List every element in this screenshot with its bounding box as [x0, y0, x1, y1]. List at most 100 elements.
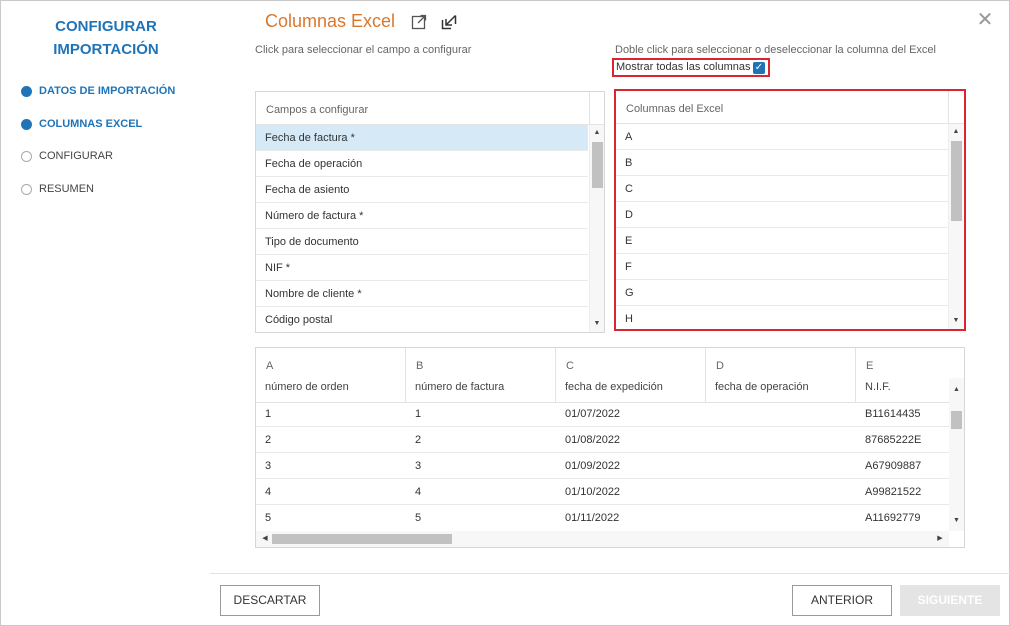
table-row: 1 1 01/07/2022 B11614435 — [256, 401, 949, 427]
scroll-thumb[interactable] — [951, 411, 962, 429]
scroll-down-icon[interactable]: ▼ — [590, 318, 604, 330]
preview-column-header: C fecha de expedición — [556, 348, 706, 402]
column-name: número de factura — [415, 381, 505, 393]
close-icon[interactable]: ✕ — [975, 10, 995, 30]
table-row: 4 4 01/10/2022 A99821522 — [256, 479, 949, 505]
scroll-up-icon[interactable]: ▲ — [949, 384, 964, 396]
table-cell: 4 — [415, 486, 422, 498]
table-cell: 87685222E — [865, 434, 922, 446]
table-cell — [706, 479, 715, 505]
column-letter: D — [716, 360, 724, 372]
column-letter: E — [866, 360, 874, 372]
table-cell — [706, 427, 715, 453]
column-name: fecha de expedición — [565, 381, 663, 393]
checkbox-checked-icon[interactable]: ✓ — [753, 62, 765, 74]
table-cell: 01/09/2022 — [565, 460, 621, 472]
table-cell: 2 — [415, 434, 422, 446]
preview-column-header: D fecha de operación — [706, 348, 856, 402]
fields-list-header: Campos a configurar — [256, 92, 604, 125]
table-cell: A99821522 — [865, 486, 922, 498]
field-item[interactable]: Número de factura * — [256, 203, 588, 229]
excel-preview-table: A número de orden B número de factura C … — [255, 347, 965, 548]
scroll-left-icon[interactable]: ◀ — [258, 531, 272, 547]
open-external-icon[interactable] — [411, 14, 427, 30]
step-pending-dot-icon — [21, 150, 32, 162]
page-title: Columnas Excel — [265, 11, 396, 31]
table-cell: A11692779 — [865, 512, 921, 524]
table-cell: 01/11/2022 — [565, 512, 620, 524]
table-row: 5 5 01/11/2022 A11692779 — [256, 505, 949, 531]
table-cell: 3 — [415, 460, 422, 472]
table-cell: 5 — [415, 512, 422, 524]
import-dialog: CONFIGURAR IMPORTACIÓN DATOS DE IMPORTAC… — [0, 0, 1010, 626]
step-done-dot-icon — [21, 85, 32, 97]
field-item[interactable]: Nombre de cliente * — [256, 281, 588, 307]
step-columnas-excel: COLUMNAS EXCEL — [21, 116, 142, 132]
step-pending-dot-icon — [21, 183, 32, 195]
preview-column-header: E N.I.F. — [856, 348, 949, 402]
field-item[interactable]: Fecha de asiento — [256, 177, 588, 203]
previous-button[interactable]: ANTERIOR — [792, 585, 892, 616]
field-item[interactable]: NIF * — [256, 255, 588, 281]
preview-column-header: B número de factura — [406, 348, 556, 402]
preview-horizontal-scrollbar[interactable]: ◀ ▶ — [256, 531, 949, 547]
table-cell: 5 — [265, 512, 272, 524]
wizard-title-line1: CONFIGURAR — [55, 18, 157, 35]
scroll-thumb[interactable] — [272, 534, 452, 544]
table-cell: B11614435 — [865, 408, 921, 420]
columns-hint: Doble click para seleccionar o deselecci… — [615, 44, 936, 56]
step-label: RESUMEN — [39, 183, 95, 195]
header-divider — [589, 92, 590, 125]
show-all-columns-checkbox[interactable]: Mostrar todas las columnas ✓ — [612, 58, 770, 77]
field-item[interactable]: Tipo de documento — [256, 229, 588, 255]
scroll-right-icon[interactable]: ▶ — [933, 531, 947, 547]
table-row: 2 2 01/08/2022 87685222E — [256, 427, 949, 453]
table-cell — [706, 453, 715, 479]
wizard-sidebar: CONFIGURAR IMPORTACIÓN DATOS DE IMPORTAC… — [1, 1, 211, 626]
column-letter: A — [266, 360, 274, 372]
table-cell — [706, 401, 715, 427]
step-resumen: RESUMEN — [21, 181, 94, 197]
preview-vertical-scrollbar[interactable]: ▲ ▼ — [949, 378, 964, 531]
scroll-thumb[interactable] — [592, 142, 603, 188]
table-cell: 1 — [415, 408, 422, 420]
field-item[interactable]: Fecha de factura * — [256, 125, 588, 151]
next-button[interactable]: SIGUIENTE — [900, 585, 1000, 616]
column-name: fecha de operación — [715, 381, 809, 393]
step-label: COLUMNAS EXCEL — [39, 118, 143, 130]
import-arrow-icon[interactable] — [441, 14, 457, 30]
scroll-up-icon[interactable]: ▲ — [590, 127, 604, 139]
table-cell: 01/08/2022 — [565, 434, 621, 446]
table-cell — [706, 505, 715, 531]
discard-button[interactable]: DESCARTAR — [220, 585, 320, 616]
table-row: 3 3 01/09/2022 A67909887 — [256, 453, 949, 479]
field-item[interactable]: Código postal — [256, 307, 588, 333]
show-all-columns-label: Mostrar todas las columnas — [616, 61, 751, 73]
column-name: número de orden — [265, 381, 349, 393]
field-item[interactable]: Fecha de operación — [256, 151, 588, 177]
table-cell: 3 — [265, 460, 272, 472]
fields-list: Campos a configurar Fecha de factura * F… — [255, 91, 605, 333]
table-cell: 2 — [265, 434, 272, 446]
step-configurar: CONFIGURAR — [21, 148, 113, 164]
fields-hint: Click para seleccionar el campo a config… — [255, 44, 472, 56]
table-cell: 01/10/2022 — [565, 486, 621, 498]
table-cell: 1 — [265, 408, 272, 420]
wizard-title-line2: IMPORTACIÓN — [53, 41, 159, 58]
column-name: N.I.F. — [865, 381, 891, 393]
preview-column-header: A número de orden — [256, 348, 406, 402]
table-cell: 4 — [265, 486, 272, 498]
column-letter: B — [416, 360, 424, 372]
wizard-title: CONFIGURAR IMPORTACIÓN — [1, 15, 211, 61]
scroll-down-icon[interactable]: ▼ — [949, 515, 964, 527]
step-label: DATOS DE IMPORTACIÓN — [39, 85, 176, 97]
step-label: CONFIGURAR — [39, 150, 113, 162]
excel-columns-highlight — [614, 89, 966, 331]
fields-scrollbar[interactable]: ▲ ▼ — [589, 125, 604, 332]
step-datos-importacion: DATOS DE IMPORTACIÓN — [21, 83, 175, 99]
step-done-dot-icon — [21, 118, 32, 130]
table-cell: 01/07/2022 — [565, 408, 621, 420]
table-cell: A67909887 — [865, 460, 922, 472]
footer-divider — [210, 573, 1010, 574]
column-letter: C — [566, 360, 574, 372]
